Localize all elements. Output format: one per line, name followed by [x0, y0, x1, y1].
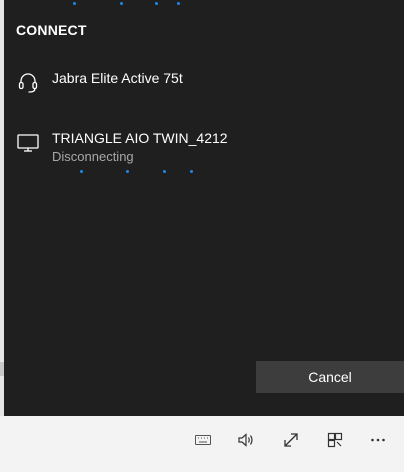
progress-dot: [177, 2, 180, 5]
connection-progress-dots: [4, 170, 404, 174]
device-status: Disconnecting: [52, 149, 134, 164]
progress-dot: [190, 170, 193, 173]
progress-dot: [155, 2, 158, 5]
connect-panel: CONNECT Jabra Elite Active 75t TRIANGLE …: [4, 0, 404, 416]
monitor-icon: [16, 130, 40, 154]
device-name: TRIANGLE AIO TWIN_4212: [52, 130, 228, 146]
cancel-button[interactable]: Cancel: [256, 361, 404, 393]
device-item-jabra[interactable]: Jabra Elite Active 75t: [4, 70, 404, 118]
keyboard-icon[interactable]: [187, 424, 219, 456]
progress-dot: [73, 2, 76, 5]
fullscreen-icon[interactable]: [275, 424, 307, 456]
more-options-icon[interactable]: [362, 424, 394, 456]
snap-icon[interactable]: [319, 424, 351, 456]
progress-dot: [126, 170, 129, 173]
taskbar: [0, 416, 404, 472]
progress-dot: [120, 2, 123, 5]
progress-dot: [163, 170, 166, 173]
device-name: Jabra Elite Active 75t: [52, 70, 183, 86]
headset-icon: [16, 70, 40, 94]
progress-dot: [80, 170, 83, 173]
panel-title: CONNECT: [16, 22, 87, 38]
volume-icon[interactable]: [230, 424, 262, 456]
top-progress-dots: [4, 0, 404, 8]
